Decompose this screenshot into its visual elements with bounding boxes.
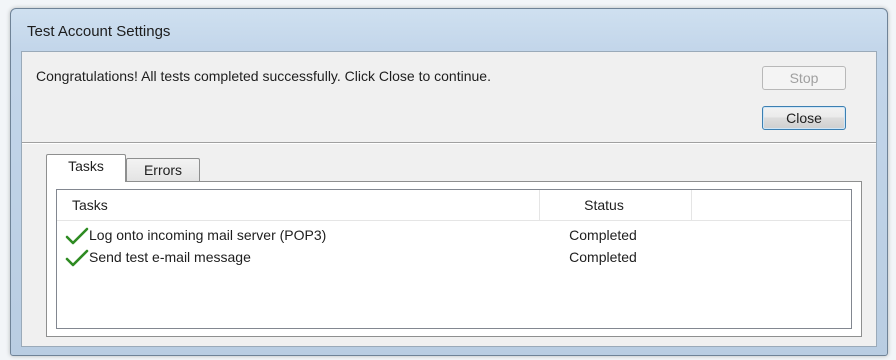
close-button[interactable]: Close: [762, 106, 846, 130]
task-name: Log onto incoming mail server (POP3): [89, 227, 327, 243]
table-row[interactable]: Send test e-mail message Completed: [57, 246, 851, 268]
dialog-title: Test Account Settings: [27, 23, 171, 40]
column-header-tasks[interactable]: Tasks: [72, 190, 108, 220]
status-message: Congratulations! All tests completed suc…: [36, 68, 491, 84]
table-row[interactable]: Log onto incoming mail server (POP3) Com…: [57, 224, 851, 246]
column-divider[interactable]: [539, 190, 540, 220]
dialog-client-area: Congratulations! All tests completed suc…: [21, 51, 877, 347]
task-status: Completed: [569, 249, 637, 265]
tasks-list[interactable]: Tasks Status Log onto incoming mail serv…: [56, 189, 852, 329]
task-name: Send test e-mail message: [89, 249, 251, 265]
column-divider[interactable]: [691, 190, 692, 220]
checkmark-icon: [65, 227, 89, 245]
list-header: Tasks Status: [57, 190, 851, 221]
test-account-settings-dialog: Test Account Settings Congratulations! A…: [10, 8, 888, 356]
stop-button[interactable]: Stop: [762, 66, 846, 90]
tab-errors[interactable]: Errors: [126, 158, 200, 182]
tab-panel-tasks: Tasks Status Log onto incoming mail serv…: [46, 181, 862, 337]
task-status: Completed: [569, 227, 637, 243]
checkmark-icon: [65, 249, 89, 267]
tab-tasks[interactable]: Tasks: [46, 154, 126, 182]
separator: [22, 142, 876, 144]
column-header-status[interactable]: Status: [559, 190, 649, 220]
